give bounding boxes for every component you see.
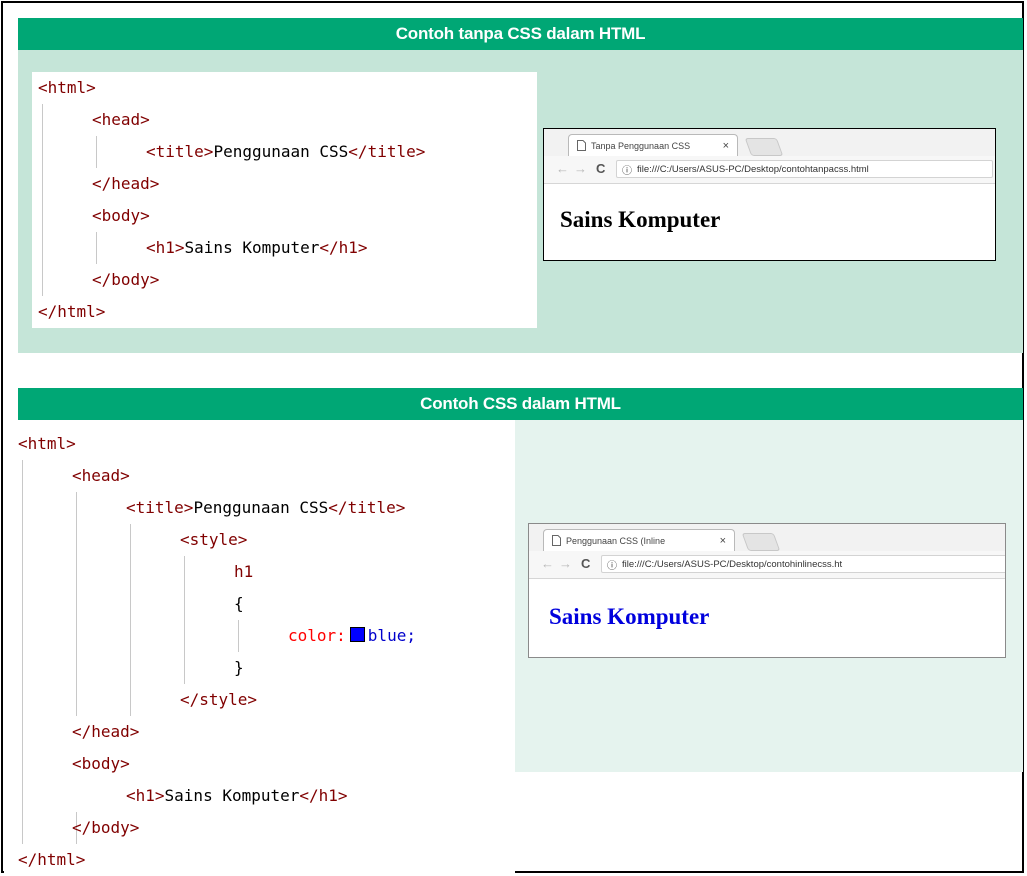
title-open-tag: <title> (126, 498, 194, 517)
tab-strip: Tanpa Penggunaan CSS × (544, 129, 995, 157)
tab-strip: Penggunaan CSS (Inline × (529, 524, 1005, 552)
code-line: <h1>Sains Komputer</h1> (146, 232, 368, 264)
browser-tab: Tanpa Penggunaan CSS × (568, 134, 738, 156)
code-line: <body> (92, 200, 150, 232)
page-icon (577, 140, 586, 151)
code-line: { (234, 588, 244, 620)
code-line: </head> (92, 168, 159, 200)
title-close-tag: </title> (348, 142, 426, 161)
code-line: <h1>Sains Komputer</h1> (126, 780, 348, 812)
head-close-tag: </head> (72, 722, 140, 741)
open-brace: { (234, 594, 244, 613)
code-line: } (234, 652, 244, 684)
info-icon: ⓘ (607, 560, 617, 572)
style-close-tag: </style> (180, 690, 258, 709)
info-icon: ⓘ (622, 165, 632, 177)
rendered-heading: Sains Komputer (549, 604, 710, 629)
html-close-tag: </html> (18, 850, 86, 869)
new-tab-button (741, 533, 781, 551)
code-line: </body> (92, 264, 159, 296)
indent-guide (130, 524, 131, 716)
code-line: <head> (72, 460, 130, 492)
css-property: color: (288, 626, 346, 645)
code-line: <style> (180, 524, 247, 556)
h1-text: Sains Komputer (164, 786, 300, 805)
style-open-tag: <style> (180, 530, 248, 549)
address-bar: ← → C ⓘ file:///C:/Users/ASUS-PC/Desktop… (529, 551, 1005, 579)
figure-frame: Contoh tanpa CSS dalam HTML <html> <head… (1, 1, 1024, 876)
code-block: <html> <head> <title>Penggunaan CSS</tit… (32, 72, 537, 328)
section-with-css: Contoh CSS dalam HTML <html> <head> <tit… (4, 388, 1023, 876)
browser-preview: Penggunaan CSS (Inline × ← → C ⓘ file://… (528, 523, 1006, 658)
code-block: <html> <head> <title>Penggunaan CSS</tit… (4, 428, 515, 876)
url-field: ⓘ file:///C:/Users/ASUS-PC/Desktop/conto… (601, 555, 1005, 573)
html-open-tag: <html> (18, 434, 76, 453)
indent-guide (238, 620, 239, 652)
forward-arrow-icon: → (559, 556, 572, 571)
close-icon: × (719, 534, 726, 547)
h1-open-tag: <h1> (126, 786, 165, 805)
indent-guide (184, 556, 185, 684)
indent-guide (76, 492, 77, 716)
url-field: ⓘ file:///C:/Users/ASUS-PC/Desktop/conto… (616, 160, 993, 178)
html-open-tag: <html> (38, 78, 96, 97)
head-open-tag: <head> (72, 466, 130, 485)
h1-text: Sains Komputer (184, 238, 320, 257)
url-text: file:///C:/Users/ASUS-PC/Desktop/contohi… (622, 558, 843, 570)
body-close-tag: </body> (92, 270, 160, 289)
h1-close-tag: </h1> (319, 238, 368, 257)
reload-icon: C (581, 556, 591, 571)
color-swatch (349, 627, 365, 642)
indent-guide (96, 136, 97, 168)
code-line: </body> (72, 812, 139, 844)
code-line: <html> (18, 428, 76, 460)
code-line: </style> (180, 684, 257, 716)
title-text: Penggunaan CSS (213, 142, 349, 161)
indent-guide (42, 104, 43, 296)
css-value: blue; (367, 626, 416, 645)
body-close-tag: </body> (72, 818, 140, 837)
browser-tab: Penggunaan CSS (Inline × (543, 529, 735, 551)
css-selector: h1 (234, 562, 254, 581)
body-open-tag: <body> (92, 206, 150, 225)
code-line: <head> (92, 104, 150, 136)
indent-guide (22, 460, 23, 844)
title-close-tag: </title> (328, 498, 406, 517)
tab-title: Tanpa Penggunaan CSS (591, 140, 691, 151)
tab-title: Penggunaan CSS (Inline (566, 535, 666, 546)
url-text: file:///C:/Users/ASUS-PC/Desktop/contoht… (637, 163, 869, 175)
rendered-heading: Sains Komputer (560, 207, 721, 232)
page-icon (552, 535, 561, 546)
code-line: </html> (18, 844, 85, 876)
section-title: Contoh CSS dalam HTML (18, 388, 1023, 420)
browser-preview: Tanpa Penggunaan CSS × ← → C ⓘ file:///C… (543, 128, 996, 261)
body-open-tag: <body> (72, 754, 130, 773)
html-close-tag: </html> (38, 302, 106, 321)
h1-close-tag: </h1> (299, 786, 348, 805)
code-line: <html> (38, 72, 96, 104)
head-close-tag: </head> (92, 174, 160, 193)
h1-open-tag: <h1> (146, 238, 185, 257)
reload-icon: C (596, 161, 606, 176)
code-line: </html> (38, 296, 105, 328)
indent-guide (96, 232, 97, 264)
section-title: Contoh tanpa CSS dalam HTML (18, 18, 1023, 50)
back-arrow-icon: ← (541, 556, 554, 571)
new-tab-button (744, 138, 784, 156)
code-line: <body> (72, 748, 130, 780)
code-line: </head> (72, 716, 139, 748)
head-open-tag: <head> (92, 110, 150, 129)
section-no-css: Contoh tanpa CSS dalam HTML <html> <head… (18, 18, 1023, 353)
address-bar: ← → C ⓘ file:///C:/Users/ASUS-PC/Desktop… (544, 156, 995, 184)
code-line: <title>Penggunaan CSS</title> (126, 492, 405, 524)
back-arrow-icon: ← (556, 161, 569, 176)
title-open-tag: <title> (146, 142, 214, 161)
close-brace: } (234, 658, 244, 677)
forward-arrow-icon: → (574, 161, 587, 176)
code-line: h1 (234, 556, 253, 588)
code-line: color: blue; (288, 620, 416, 652)
code-line: <title>Penggunaan CSS</title> (146, 136, 425, 168)
title-text: Penggunaan CSS (193, 498, 329, 517)
close-icon: × (722, 139, 729, 152)
